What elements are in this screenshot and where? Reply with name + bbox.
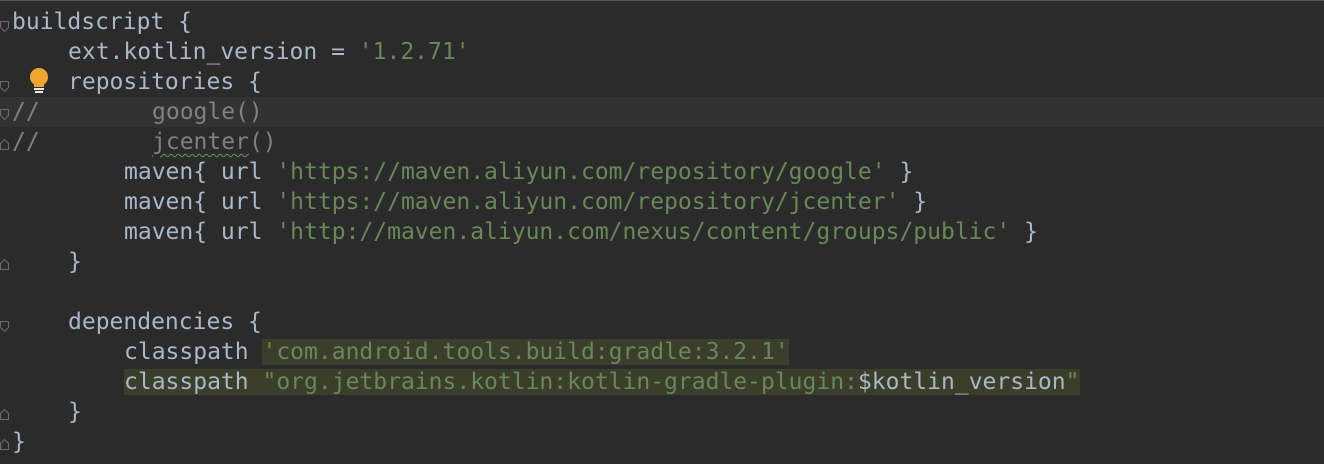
code-line[interactable]: } bbox=[0, 427, 1324, 457]
code-line[interactable] bbox=[0, 277, 1324, 307]
code-line[interactable]: dependencies { bbox=[0, 307, 1324, 337]
code-text: repositories { bbox=[68, 67, 262, 97]
fold-marker-icon[interactable] bbox=[0, 439, 9, 450]
lightbulb-icon[interactable] bbox=[28, 67, 50, 95]
code-token: } bbox=[68, 399, 82, 425]
code-line[interactable]: // jcenter() bbox=[0, 127, 1324, 157]
code-text: classpath "org.jetbrains.kotlin:kotlin-g… bbox=[124, 367, 1080, 397]
code-text: jcenter() bbox=[152, 127, 277, 157]
code-token: } bbox=[12, 429, 26, 455]
code-line[interactable]: repositories { bbox=[0, 67, 1324, 97]
code-line[interactable]: } bbox=[0, 397, 1324, 427]
code-token: buildscript { bbox=[12, 9, 193, 35]
code-text: ext.kotlin_version = '1.2.71' bbox=[68, 37, 470, 67]
line-comment-marker: // bbox=[12, 129, 40, 155]
code-token: maven{ url bbox=[124, 159, 277, 185]
code-token: } bbox=[885, 159, 914, 185]
code-line[interactable]: ext.kotlin_version = '1.2.71' bbox=[0, 37, 1324, 67]
code-token: } bbox=[899, 189, 928, 215]
code-line[interactable]: buildscript { bbox=[0, 7, 1324, 37]
code-token: 'https://maven.aliyun.com/repository/jce… bbox=[276, 189, 900, 215]
code-token: " bbox=[1065, 369, 1080, 395]
fold-marker-icon[interactable] bbox=[0, 21, 9, 32]
code-token: maven{ url bbox=[124, 189, 277, 215]
code-token: classpath bbox=[124, 369, 263, 395]
fold-marker-icon[interactable] bbox=[0, 81, 9, 92]
fold-marker-icon[interactable] bbox=[0, 409, 9, 420]
code-text: } bbox=[12, 427, 26, 457]
code-text: maven{ url 'https://maven.aliyun.com/rep… bbox=[124, 187, 927, 217]
code-token: repositories { bbox=[68, 69, 262, 95]
fold-marker-icon[interactable] bbox=[0, 109, 9, 120]
code-text: maven{ url 'http://maven.aliyun.com/nexu… bbox=[124, 217, 1038, 247]
code-token: dependencies { bbox=[68, 309, 262, 335]
code-editor[interactable]: buildscript {ext.kotlin_version = '1.2.7… bbox=[0, 0, 1324, 464]
code-token: google() bbox=[152, 99, 263, 125]
code-line[interactable]: maven{ url 'http://maven.aliyun.com/nexu… bbox=[0, 217, 1324, 247]
code-text: } bbox=[68, 247, 82, 277]
line-comment-marker: // bbox=[12, 99, 40, 125]
code-token: 'com.android.tools.build:gradle:3.2.1' bbox=[262, 339, 789, 365]
code-token: ext.kotlin_version = bbox=[68, 39, 359, 65]
code-text: } bbox=[68, 397, 82, 427]
code-token: classpath bbox=[124, 339, 263, 365]
fold-marker-icon[interactable] bbox=[0, 139, 9, 150]
code-token: 'https://maven.aliyun.com/repository/goo… bbox=[276, 159, 886, 185]
code-line[interactable]: maven{ url 'https://maven.aliyun.com/rep… bbox=[0, 187, 1324, 217]
code-token: () bbox=[248, 129, 277, 155]
code-text: google() bbox=[152, 97, 263, 127]
code-token: } bbox=[1010, 219, 1038, 245]
code-text: maven{ url 'https://maven.aliyun.com/rep… bbox=[124, 157, 913, 187]
code-line[interactable]: // google() bbox=[0, 97, 1324, 127]
code-text: buildscript { bbox=[12, 7, 192, 37]
code-line[interactable]: classpath 'com.android.tools.build:gradl… bbox=[0, 337, 1324, 367]
code-text: dependencies { bbox=[68, 307, 262, 337]
code-token: '1.2.71' bbox=[358, 39, 470, 65]
code-token: jcenter bbox=[152, 129, 249, 155]
code-token: $kotlin_version bbox=[857, 369, 1066, 395]
code-line[interactable]: classpath "org.jetbrains.kotlin:kotlin-g… bbox=[0, 367, 1324, 397]
code-token: 'http://maven.aliyun.com/nexus/content/g… bbox=[276, 219, 1011, 245]
code-token: } bbox=[68, 249, 82, 275]
code-token: maven{ url bbox=[124, 219, 277, 245]
code-token: "org.jetbrains.kotlin:kotlin-gradle-plug… bbox=[262, 369, 858, 395]
code-line[interactable]: maven{ url 'https://maven.aliyun.com/rep… bbox=[0, 157, 1324, 187]
code-text: classpath 'com.android.tools.build:gradl… bbox=[124, 337, 789, 367]
fold-marker-icon[interactable] bbox=[0, 321, 9, 332]
fold-marker-icon[interactable] bbox=[0, 259, 9, 270]
code-line[interactable]: } bbox=[0, 247, 1324, 277]
